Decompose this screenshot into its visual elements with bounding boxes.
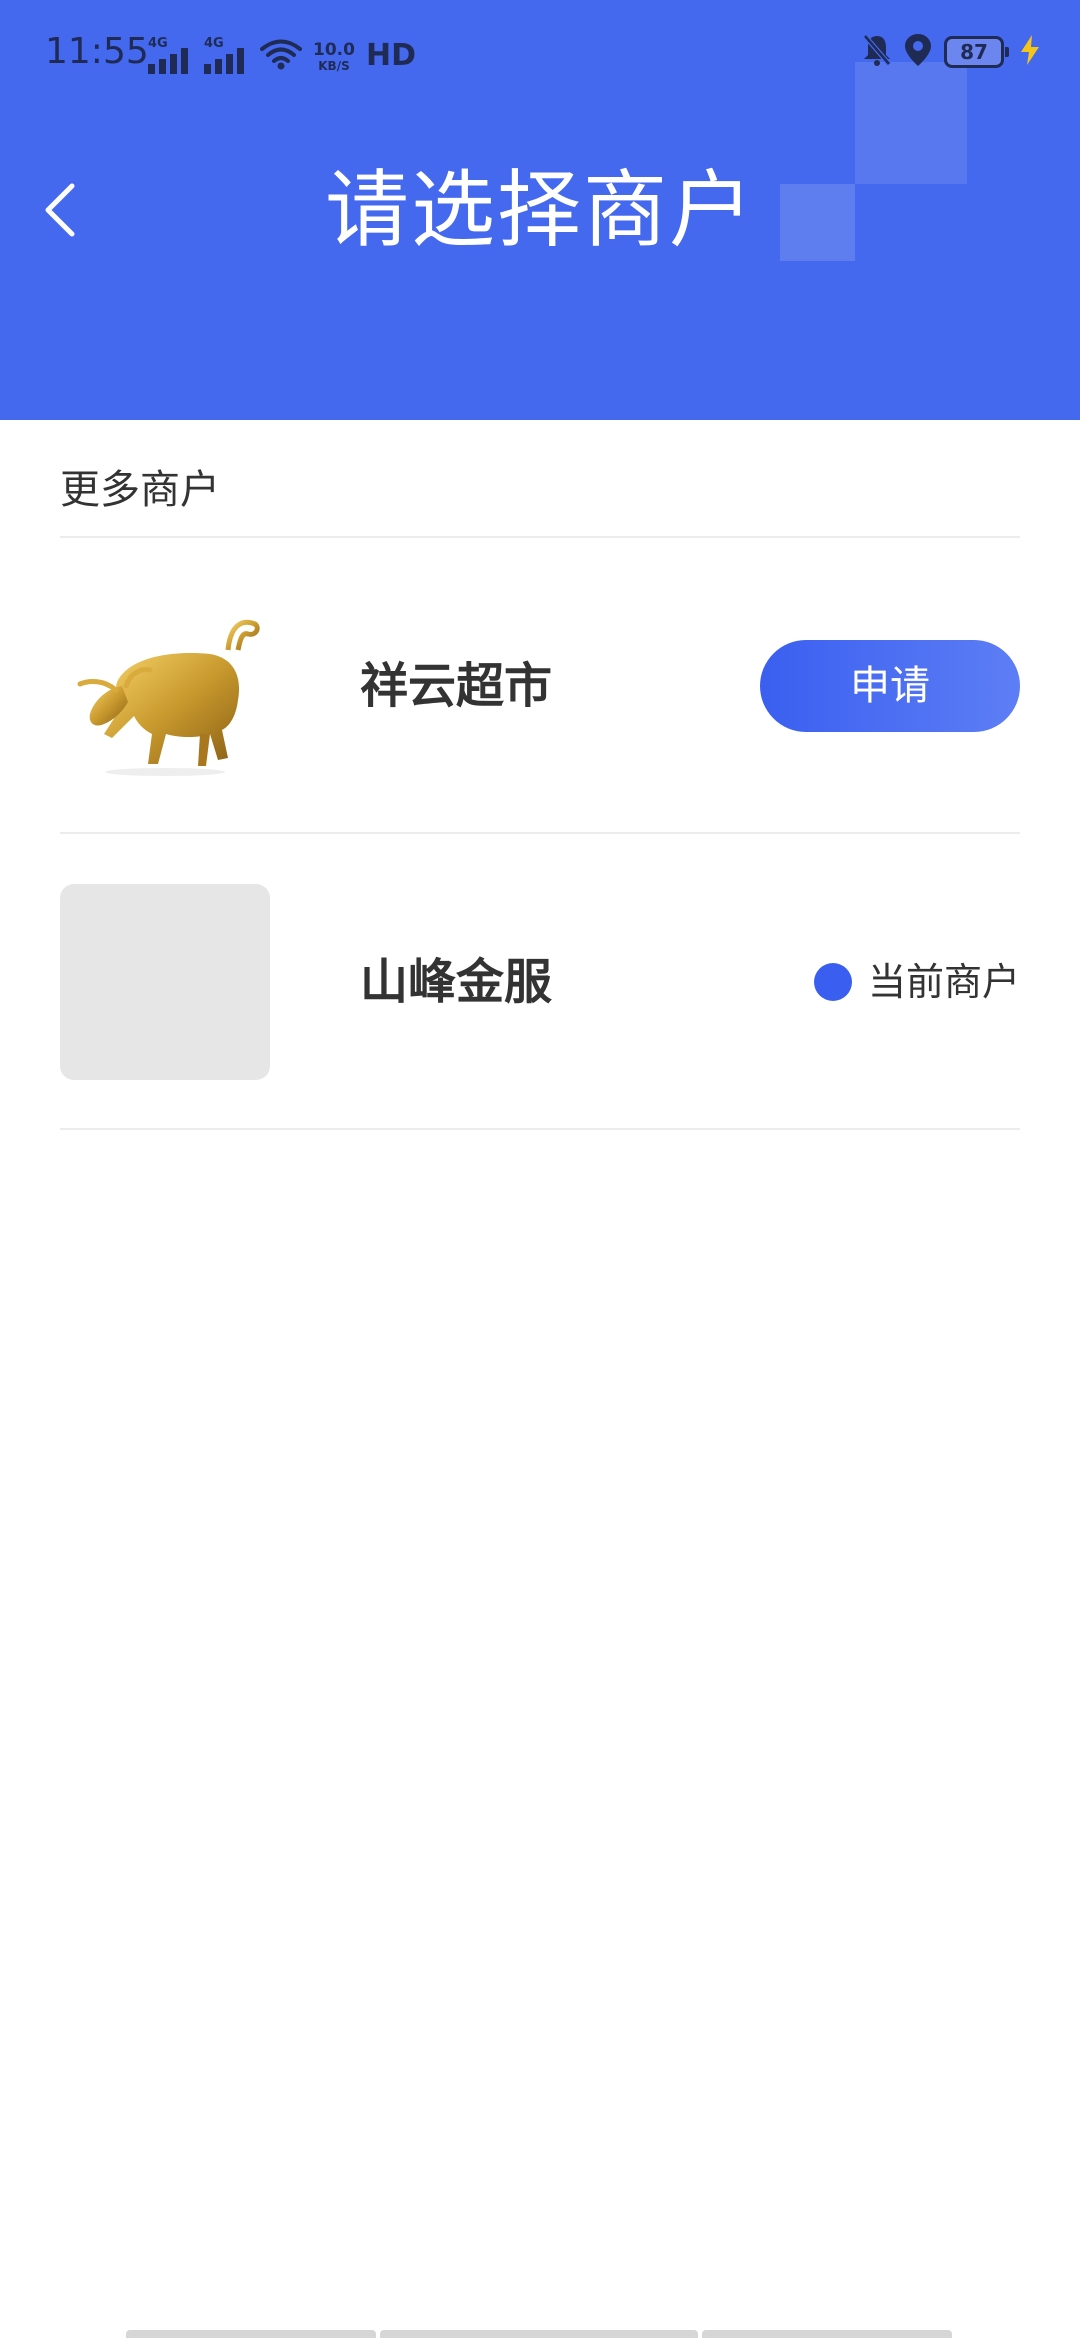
status-right-icons: 87 [862, 32, 1040, 72]
indicator-segment [126, 2330, 376, 2338]
status-left-icons: 4G 4G 10.0 KB/S HD [148, 34, 416, 74]
merchant-row: 祥云超市 申请 [60, 538, 1020, 834]
golden-bull-image [60, 588, 270, 784]
bottom-indicator [126, 2330, 954, 2340]
indicator-segment [702, 2330, 952, 2338]
apply-button[interactable]: 申请 [760, 640, 1020, 732]
merchant-row: 山峰金服 当前商户 [60, 834, 1020, 1130]
network-speed: 10.0 KB/S [312, 42, 356, 74]
page-title: 请选择商户 [324, 161, 755, 259]
wifi-icon [260, 38, 302, 74]
network-speed-unit: KB/S [318, 59, 350, 73]
section-title: 更多商户 [60, 467, 220, 513]
header: 11:55 4G 4G 10.0 KB/S HD 87 请选择商户 [0, 0, 1080, 420]
battery-icon: 87 [944, 36, 1009, 68]
indicator-segment [380, 2330, 698, 2338]
location-icon [904, 33, 932, 71]
current-dot-icon [813, 963, 852, 1001]
merchant-thumbnail [60, 588, 270, 784]
status-bar: 11:55 4G 4G 10.0 KB/S HD 87 [0, 0, 1080, 100]
current-merchant-label: 当前商户 [867, 960, 1020, 1004]
battery-level: 87 [960, 40, 988, 64]
network-speed-value: 10.0 [313, 40, 355, 60]
status-time: 11:55 [45, 31, 149, 72]
mute-bell-icon [862, 33, 892, 71]
hd-label: HD [366, 38, 417, 73]
current-merchant-indicator: 当前商户 [813, 954, 1020, 1010]
merchant-name: 山峰金服 [360, 954, 553, 1010]
charging-bolt-icon [1020, 35, 1040, 69]
placeholder-image [60, 884, 270, 1080]
divider [60, 1128, 1020, 1130]
signal-icon: 4G [204, 36, 250, 74]
merchant-name: 祥云超市 [360, 658, 553, 714]
signal-icon: 4G [148, 36, 194, 74]
